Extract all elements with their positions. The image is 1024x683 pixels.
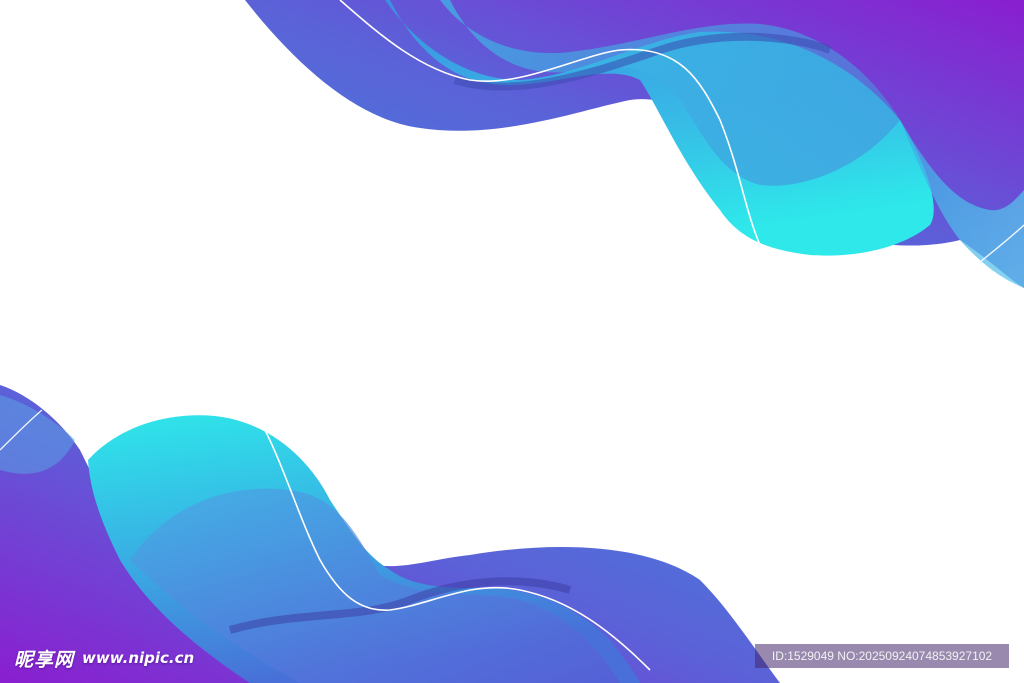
site-url: www.nipic.cn: [82, 649, 195, 667]
image-id-watermark: ID:1529049 NO:20250924074853927102: [755, 644, 1009, 668]
wave-background-canvas: 昵享网 www.nipic.cn ID:1529049 NO:202509240…: [0, 0, 1024, 683]
wave-shapes: [0, 0, 1024, 683]
site-name-cn: 昵享网: [14, 648, 75, 671]
site-logo: 昵享网 www.nipic.cn: [14, 645, 194, 671]
